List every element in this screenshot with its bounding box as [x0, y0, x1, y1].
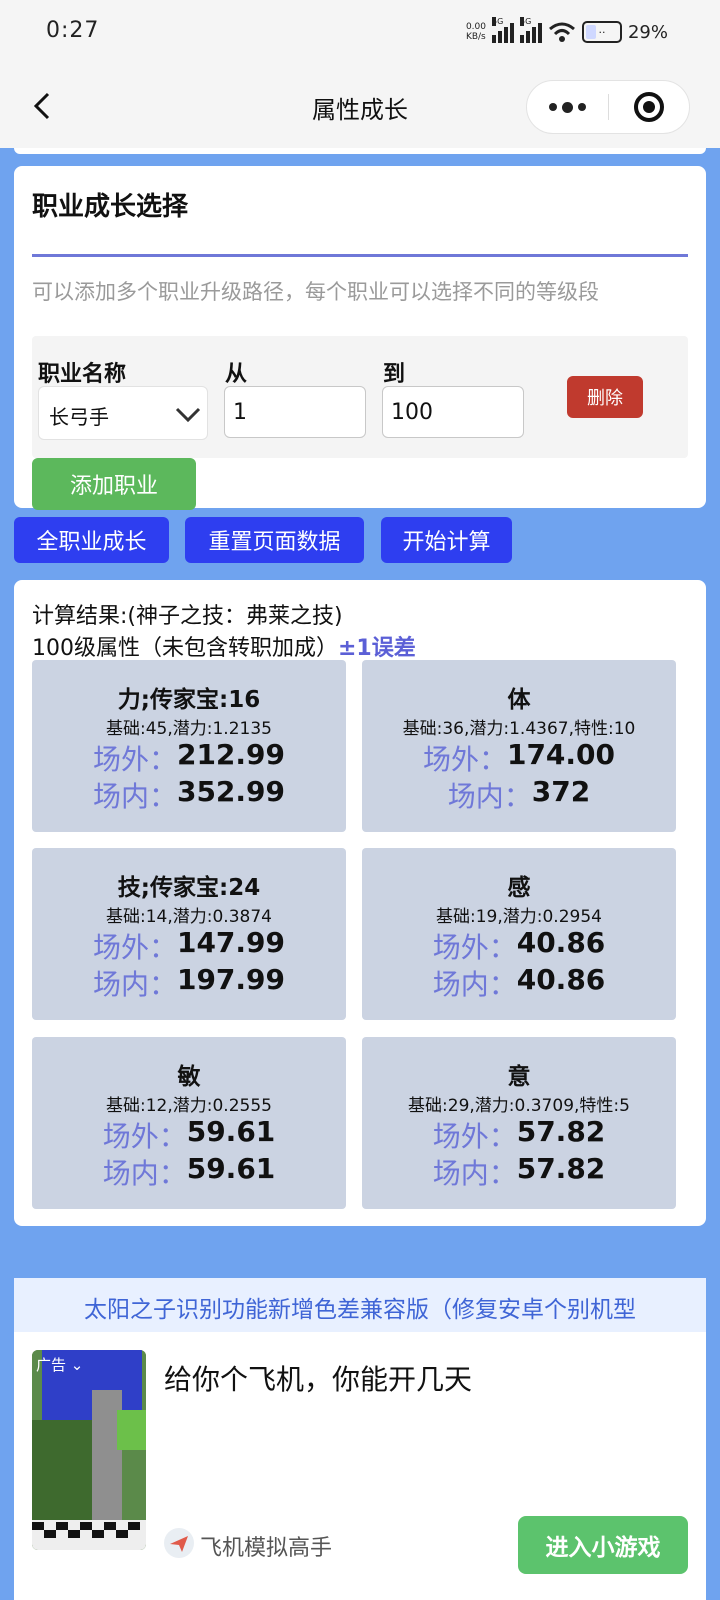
more-button[interactable] — [527, 81, 608, 133]
stat-outside: 场外： 174.00 — [422, 738, 616, 776]
career-card-description: 可以添加多个职业升级路径，每个职业可以选择不同的等级段 — [32, 280, 599, 304]
stat-outside: 场外： 57.82 — [432, 1115, 606, 1153]
notice-text: 太阳之子识别功能新增色差兼容版（修复安卓个别机型 — [84, 1297, 636, 1323]
game-screenshot-image — [32, 1350, 146, 1550]
all-career-growth-button[interactable]: 全职业成长 — [14, 517, 169, 563]
ad-thumbnail[interactable]: 广告 ⌄ — [32, 1350, 146, 1550]
stat-card: 感 基础:19,潜力:0.2954 场外： 40.86 场内： 40.86 — [362, 848, 676, 1020]
career-card-title: 职业成长选择 — [32, 192, 189, 222]
signal-icon: 5G — [519, 17, 542, 43]
net-speed: 0.00 KB/s — [465, 22, 486, 42]
title-divider — [32, 254, 688, 257]
result-card: 计算结果:(神子之技：弗莱之技) 100级属性（未包含转职加成）±1误差 力;传… — [14, 580, 706, 1226]
stat-inside: 场内： 57.82 — [432, 1152, 606, 1190]
nav-bar: 属性成长 — [0, 64, 720, 148]
result-subheading: 100级属性（未包含转职加成）±1误差 — [32, 636, 416, 661]
stat-outside: 场外： 212.99 — [92, 738, 286, 776]
stat-base: 基础:45,潜力:1.2135 — [106, 719, 272, 739]
stat-card: 力;传家宝:16 基础:45,潜力:1.2135 场外： 212.99 场内： 35… — [32, 660, 346, 832]
ad-title: 给你个飞机，你能开几天 — [164, 1363, 473, 1396]
from-level-label: 从 — [225, 362, 248, 387]
ad-tag: 广告 ⌄ — [36, 1356, 84, 1374]
stat-inside: 场内： 197.99 — [92, 963, 286, 1001]
status-icons: 0.00 KB/s 5G 5G ·· 29% — [465, 17, 668, 46]
stat-name: 意 — [507, 1064, 531, 1090]
notice-marquee[interactable]: 太阳之子识别功能新增色差兼容版（修复安卓个别机型 — [14, 1278, 706, 1332]
stat-outside: 场外： 59.61 — [102, 1115, 276, 1153]
career-growth-card: 职业成长选择 可以添加多个职业升级路径，每个职业可以选择不同的等级段 职业名称 … — [14, 166, 706, 510]
stat-name: 技;传家宝:24 — [117, 875, 261, 901]
chevron-down-icon — [175, 407, 201, 423]
battery-percent: 29% — [627, 21, 668, 43]
status-time: 0:27 — [46, 18, 100, 43]
job-name-label: 职业名称 — [38, 362, 127, 387]
ad-brand-name: 飞机模拟高手 — [200, 1536, 333, 1561]
add-career-button[interactable]: 添加职业 — [32, 458, 196, 510]
stat-base: 基础:36,潜力:1.4367,特性:10 — [402, 719, 636, 739]
stat-name: 感 — [507, 875, 531, 901]
stat-card: 技;传家宝:24 基础:14,潜力:0.3874 场外： 147.99 场内： 19… — [32, 848, 346, 1020]
top-card-edge — [14, 148, 706, 154]
stat-inside: 场内： 40.86 — [432, 963, 606, 1001]
signal-icon: 5G — [491, 17, 514, 43]
job-select[interactable]: 长弓手 — [38, 386, 208, 440]
stat-base: 基础:19,潜力:0.2954 — [436, 907, 602, 927]
close-button[interactable] — [609, 81, 690, 133]
stat-inside: 场内： 59.61 — [102, 1152, 276, 1190]
reset-data-button[interactable]: 重置页面数据 — [185, 517, 364, 563]
stat-base: 基础:14,潜力:0.3874 — [106, 907, 272, 927]
stat-card: 体 基础:36,潜力:1.4367,特性:10 场外： 174.00 场内： 372 — [362, 660, 676, 832]
stat-base: 基础:12,潜力:0.2555 — [106, 1096, 272, 1116]
stat-base: 基础:29,潜力:0.3709,特性:5 — [408, 1096, 630, 1116]
stat-name: 体 — [507, 687, 531, 713]
ad-card[interactable]: 广告 ⌄ 给你个飞机，你能开几天 飞机模拟高手 进入小游戏 — [14, 1332, 706, 1600]
stat-inside: 场内： 372 — [447, 775, 591, 813]
status-bar: 0:27 0.00 KB/s 5G 5G ·· 29% — [0, 0, 720, 64]
delete-button[interactable]: 删除 — [567, 376, 643, 418]
to-level-input[interactable] — [382, 386, 524, 438]
career-path-row: 职业名称 长弓手 从 到 删除 — [32, 336, 688, 458]
stat-card: 敏 基础:12,潜力:0.2555 场外： 59.61 场内： 59.61 — [32, 1037, 346, 1209]
result-heading: 计算结果:(神子之技：弗莱之技) — [32, 604, 343, 629]
start-calculate-button[interactable]: 开始计算 — [381, 517, 512, 563]
job-select-value: 长弓手 — [49, 405, 109, 429]
battery-icon: ·· — [581, 21, 622, 43]
page-body: 职业成长选择 可以添加多个职业升级路径，每个职业可以选择不同的等级段 职业名称 … — [0, 148, 720, 1600]
error-note: ±1误差 — [338, 636, 416, 661]
stat-name: 敏 — [177, 1064, 201, 1090]
target-icon — [633, 92, 664, 122]
stat-card: 意 基础:29,潜力:0.3709,特性:5 场外： 57.82 场内： 57.82 — [362, 1037, 676, 1209]
wifi-icon — [549, 22, 575, 42]
stat-outside: 场外： 40.86 — [432, 926, 606, 964]
airplane-icon — [164, 1528, 194, 1558]
from-level-input[interactable] — [224, 386, 366, 438]
enter-game-button[interactable]: 进入小游戏 — [518, 1516, 688, 1574]
miniprogram-capsule — [526, 80, 690, 134]
stat-name: 力;传家宝:16 — [117, 687, 261, 713]
stat-inside: 场内： 352.99 — [92, 775, 286, 813]
stat-outside: 场外： 147.99 — [92, 926, 286, 964]
to-level-label: 到 — [383, 362, 406, 387]
